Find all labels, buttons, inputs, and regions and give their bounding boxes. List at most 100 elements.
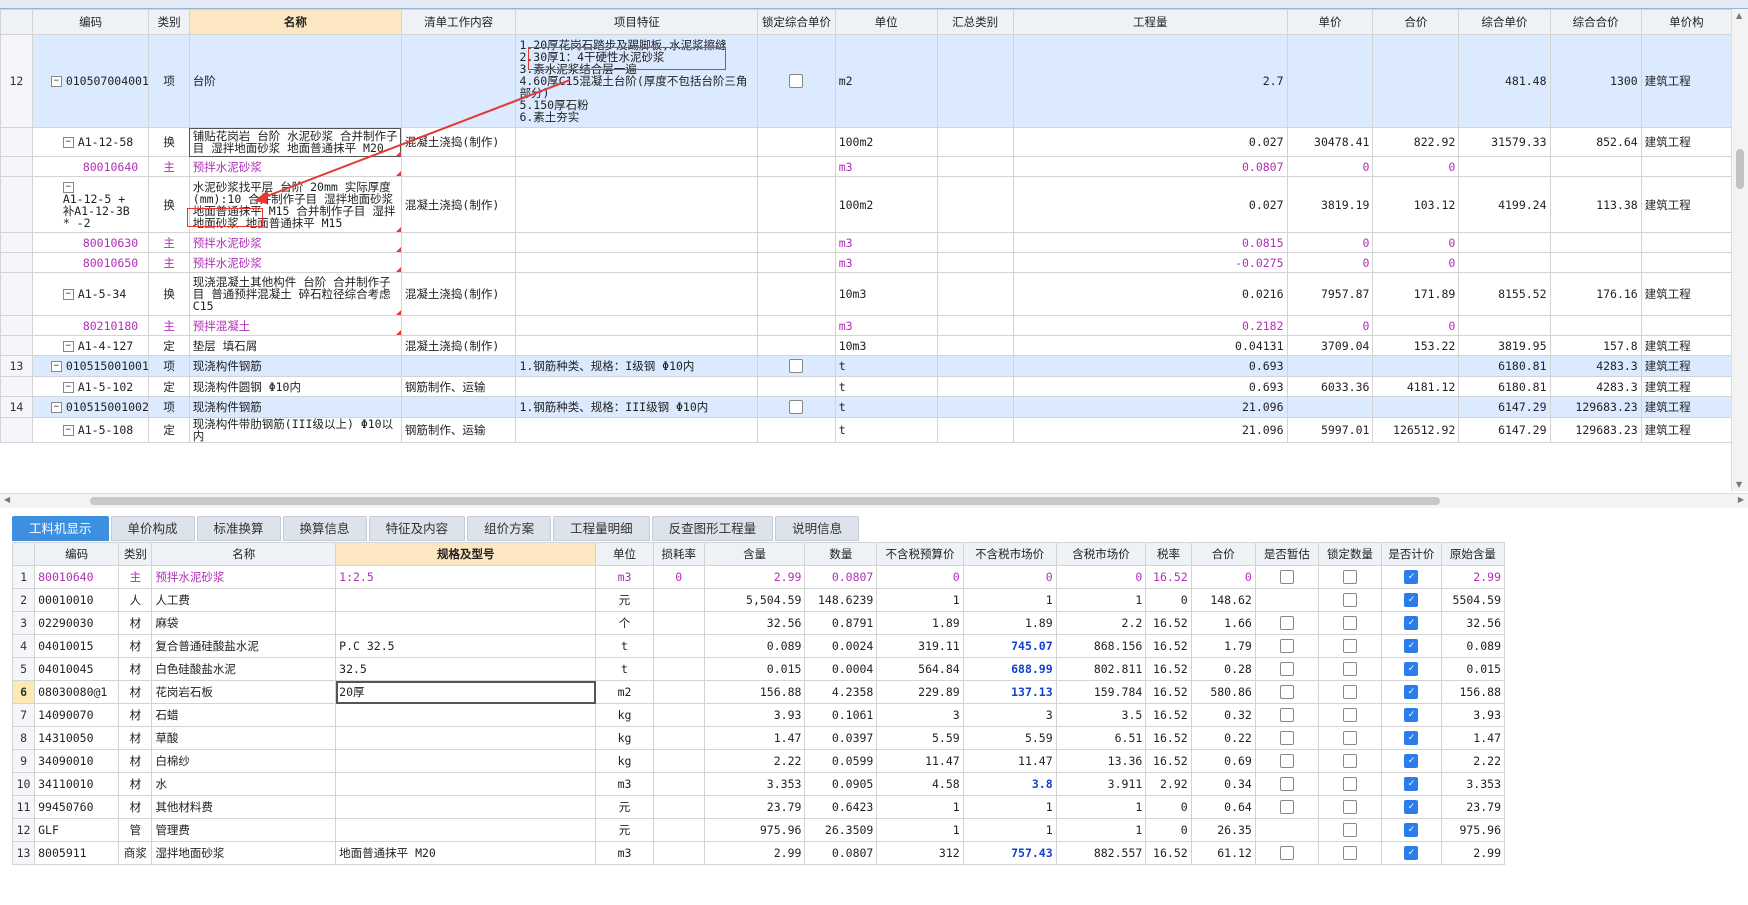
lock-quantity-cell[interactable] [1317,611,1383,635]
budget-price-cell[interactable]: 5.59 [876,726,964,750]
tree-collapse-icon[interactable]: − [62,381,74,393]
resource-row-6[interactable]: 7 14090070 材石蜡 kg 3.93 0.1061 3 3 3.5 16.52 0.32 ✓ 3… [11,703,1506,727]
market-price-cell[interactable]: 1 [962,818,1057,842]
quantity-cell[interactable]: 26.3509 [804,818,878,842]
lock-price-cell[interactable] [757,315,836,336]
estimate-cell[interactable] [1254,588,1319,612]
quantity-cell[interactable]: 0.0807 [804,841,878,865]
bottom-header-0[interactable]: 编码 [34,542,120,566]
top-row-2[interactable]: 80010640 主预拌水泥砂浆 m3 0.0807 0 0 [0,156,1732,177]
priced-cell[interactable]: ✓ [1381,657,1442,681]
content-cell[interactable]: 1.47 [703,726,806,750]
checkbox-icon[interactable] [1342,616,1357,630]
priced-cell[interactable]: ✓ [1381,611,1442,635]
checkbox-icon[interactable] [1342,777,1357,791]
tab-6[interactable]: 工程量明细 [553,516,650,541]
checkbox-icon[interactable] [1279,731,1294,745]
checkbox-icon[interactable] [1279,616,1294,630]
work-content-cell[interactable] [400,315,517,336]
code-cell[interactable]: 14310050 [34,726,120,750]
scroll-right-icon[interactable]: ▶ [1738,495,1744,504]
name-cell[interactable]: 复合普通硅酸盐水泥 [151,634,337,658]
lock-price-cell[interactable] [757,176,836,233]
feature-cell[interactable]: 1.钢筋种类、规格：III级钢 Φ10内 [515,396,759,418]
tax-rate-cell[interactable]: 0 [1145,795,1192,819]
lock-quantity-cell[interactable] [1317,749,1383,773]
checkbox-icon[interactable] [1279,846,1294,860]
spec-cell[interactable]: 20厚 [335,680,597,704]
priced-cell[interactable]: ✓ [1381,818,1442,842]
bottom-header-6[interactable]: 含量 [703,542,806,566]
tab-4[interactable]: 特征及内容 [368,516,466,541]
code-cell[interactable]: 80010640 [34,565,120,589]
checkbox-checked-icon[interactable]: ✓ [1404,777,1419,791]
quantity-cell[interactable]: 0.0397 [804,726,878,750]
spec-cell[interactable] [335,703,597,727]
quantity-cell[interactable]: 148.6239 [804,588,878,612]
lock-quantity-cell[interactable] [1317,795,1383,819]
tab-0[interactable]: 工料机显示 [12,516,109,541]
bottom-header-8[interactable]: 不含税预算价 [876,542,964,566]
top-row-10[interactable]: − A1-5-102 定现浇构件圆钢 Φ10内 钢筋制作、运输 t 0.693 6033.3… [0,376,1732,397]
tax-rate-cell[interactable]: 16.52 [1145,749,1192,773]
priced-cell[interactable]: ✓ [1381,565,1442,589]
loss-rate-cell[interactable] [652,772,705,796]
work-content-cell[interactable] [400,34,517,128]
estimate-cell[interactable] [1254,657,1319,681]
loss-rate-cell[interactable]: 0 [652,565,705,589]
loss-rate-cell[interactable] [652,795,705,819]
tax-rate-cell[interactable]: 16.52 [1145,703,1192,727]
name-cell[interactable]: 预拌水泥砂浆 [188,252,402,273]
tax-market-price-cell[interactable]: 868.156 [1055,634,1147,658]
lock-price-cell[interactable] [757,355,836,377]
spec-cell[interactable]: 1:2.5 [335,565,597,589]
top-row-12[interactable]: − A1-5-108 定现浇构件带肋钢筋(III级以上) Φ10以内 钢筋制作、运输 t… [0,417,1732,443]
tax-rate-cell[interactable]: 0 [1145,588,1192,612]
top-row-7[interactable]: 80210180 主预拌混凝土 m3 0.2182 0 0 [0,315,1732,336]
code-cell[interactable]: 04010045 [34,657,120,681]
checkbox-icon[interactable] [1342,570,1357,584]
work-content-cell[interactable]: 钢筋制作、运输 [400,417,517,443]
tax-rate-cell[interactable]: 0 [1145,818,1192,842]
tax-rate-cell[interactable]: 16.52 [1145,634,1192,658]
tree-collapse-icon[interactable]: − [62,289,74,300]
tax-market-price-cell[interactable]: 3.5 [1055,703,1147,727]
vertical-scrollbar[interactable]: ▲ ▼ [1731,9,1748,491]
top-row-1[interactable]: − A1-12-58 换铺贴花岗岩 台阶 水泥砂浆 合并制作子目 湿拌地面砂浆 地面… [0,127,1732,157]
lock-quantity-cell[interactable] [1317,726,1383,750]
budget-price-cell[interactable]: 1 [876,588,964,612]
tax-market-price-cell[interactable]: 13.36 [1055,749,1147,773]
name-cell[interactable]: 现浇混凝土其他构件 台阶 合并制作子目 普通预拌混凝土 碎石粒径综合考虑 C15 [188,272,402,316]
resource-row-0[interactable]: 1 80010640 主预拌水泥砂浆 1:2.5 m3 0 2.99 0.0807 0 0 0 16.… [11,565,1506,589]
checkbox-icon[interactable] [1342,800,1357,814]
checkbox-checked-icon[interactable]: ✓ [1404,639,1419,653]
estimate-cell[interactable] [1254,818,1319,842]
checkbox-icon[interactable] [1342,685,1357,699]
quantity-cell[interactable]: 2.7 [1012,34,1288,128]
checkbox-checked-icon[interactable]: ✓ [1404,708,1419,722]
checkbox-checked-icon[interactable]: ✓ [1404,846,1419,860]
work-content-cell[interactable] [400,232,517,253]
top-row-6[interactable]: − A1-5-34 换现浇混凝土其他构件 台阶 合并制作子目 普通预拌混凝土 碎石粒… [0,272,1732,316]
market-price-cell[interactable]: 0 [962,565,1057,589]
name-cell[interactable]: 其他材料费 [151,795,337,819]
tax-rate-cell[interactable]: 16.52 [1145,611,1192,635]
code-cell[interactable]: 04010015 [34,634,120,658]
loss-rate-cell[interactable] [652,634,705,658]
work-content-cell[interactable]: 混凝土浇捣(制作) [400,272,517,316]
checkbox-icon[interactable] [1342,662,1357,676]
code-cell[interactable]: 80010650 [31,252,150,273]
content-cell[interactable]: 0.089 [703,634,806,658]
checkbox-icon[interactable] [1279,662,1294,676]
name-cell[interactable]: 现浇构件钢筋 [188,396,402,418]
resource-row-8[interactable]: 9 34090010 材白棉纱 kg 2.22 0.0599 11.47 11.47 13.36… [11,749,1506,773]
lock-price-cell[interactable] [757,127,836,157]
content-cell[interactable]: 2.99 [703,565,806,589]
code-cell[interactable]: 34110010 [34,772,120,796]
name-cell[interactable]: 白色硅酸盐水泥 [151,657,337,681]
quantity-cell[interactable]: 0.2182 [1012,315,1288,336]
quantity-cell[interactable]: 0.693 [1012,355,1288,377]
horizontal-scroll-thumb[interactable] [90,497,1440,505]
top-header-1[interactable]: 类别 [148,9,190,35]
work-content-cell[interactable] [400,355,517,377]
